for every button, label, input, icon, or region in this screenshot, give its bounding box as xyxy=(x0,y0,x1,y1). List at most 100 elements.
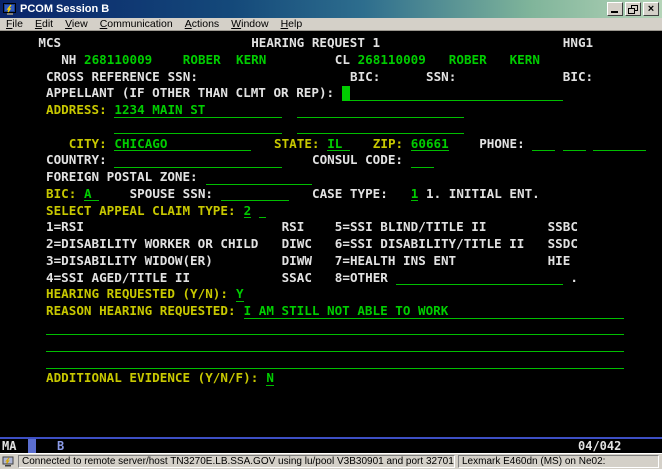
appellant-field[interactable] xyxy=(350,86,563,101)
claim-type-select-field-1[interactable]: 2 xyxy=(244,204,252,219)
appellant-label: APPELLANT (IF OTHER THAN CLMT OR REP): xyxy=(46,86,334,101)
cl-first-name: ROBER xyxy=(449,53,487,68)
cl-label: CL xyxy=(335,53,350,68)
claim-code-diwc: DIWC xyxy=(282,237,312,252)
reason-field-line4[interactable] xyxy=(46,354,624,369)
terminal-row-16: REASON HEARING REQUESTED:I AM STILL NOT … xyxy=(0,303,662,320)
country-label: COUNTRY: xyxy=(46,153,107,168)
spouse-ssn-label: SPOUSE SSN: xyxy=(130,187,213,202)
claim-code-ssac: SSAC xyxy=(282,271,312,286)
case-type-desc: 1. INITIAL ENT. xyxy=(426,187,540,202)
state-field[interactable]: IL xyxy=(327,137,350,152)
terminal-row-9: BIC:ASPOUSE SSN:CASE TYPE:11. INITIAL EN… xyxy=(0,186,662,203)
oia-status-row: MA B 04/042 xyxy=(0,439,662,453)
menu-item-view[interactable]: View xyxy=(59,18,94,30)
address-line1-field[interactable]: 1234 MAIN ST xyxy=(114,103,281,118)
phone-area-field[interactable] xyxy=(532,137,555,152)
screen-title: HEARING REQUEST 1 xyxy=(251,36,380,51)
menu-item-window[interactable]: Window xyxy=(225,18,274,30)
terminal-screen[interactable]: MCSHEARING REQUEST 1HNG1NH268110009ROBER… xyxy=(0,31,662,437)
restore-icon xyxy=(628,5,638,14)
case-type-field[interactable]: 1 xyxy=(411,187,419,202)
state-label: STATE: xyxy=(274,137,320,152)
xref-ssn-1-label: SSN: xyxy=(168,70,198,85)
hearing-requested-field[interactable]: Y xyxy=(236,287,244,302)
bic-field[interactable]: A xyxy=(84,187,99,202)
terminal-row-10: SELECT APPEAL CLAIM TYPE: 2 xyxy=(0,203,662,220)
other-period: . xyxy=(570,271,578,286)
app-icon xyxy=(3,2,17,16)
zip-label: ZIP: xyxy=(373,137,403,152)
nh-last-name: KERN xyxy=(236,53,266,68)
address-line4-field[interactable] xyxy=(297,120,464,135)
menu-item-communication[interactable]: Communication xyxy=(94,18,179,30)
restore-button[interactable] xyxy=(625,2,641,16)
foreign-postal-zone-field[interactable] xyxy=(206,170,312,185)
additional-evidence-field[interactable]: N xyxy=(266,371,274,386)
other-claim-field[interactable] xyxy=(396,271,563,286)
printer-status-text: Lexmark E460dn (MS) on Ne02: xyxy=(458,455,659,468)
text-cursor[interactable] xyxy=(342,86,350,101)
terminal-row-17 xyxy=(0,320,662,337)
terminal-row-11: 1=RSIRSI5=SSI BLIND/TITLE IISSBC xyxy=(0,219,662,236)
country-field[interactable] xyxy=(114,153,281,168)
hearing-requested-label: HEARING REQUESTED (Y/N): xyxy=(46,287,228,302)
menu-bar: FileEditViewCommunicationActionsWindowHe… xyxy=(0,18,662,31)
additional-evidence-label: ADDITIONAL EVIDENCE (Y/N/F): xyxy=(46,371,258,386)
claim-code-rsi: RSI xyxy=(282,220,305,235)
screen-system-label: MCS xyxy=(38,36,61,51)
terminal-row-5 xyxy=(0,119,662,136)
window-controls: × xyxy=(607,2,659,16)
phone-exchange-field[interactable] xyxy=(563,137,586,152)
select-appeal-claim-type-label: SELECT APPEAL CLAIM TYPE: xyxy=(46,204,236,219)
city-field[interactable]: CHICAGO xyxy=(114,137,251,152)
nh-ssn: 268110009 xyxy=(84,53,152,68)
terminal-row-2: CROSS REFERENCESSN:BIC:SSN:BIC: xyxy=(0,69,662,86)
claim-option-2: 2=DISABILITY WORKER OR CHILD xyxy=(46,237,258,252)
terminal-row-14: 4=SSI AGED/TITLE IISSAC8=OTHER. xyxy=(0,270,662,287)
claim-option-7: 7=HEALTH INS ENT xyxy=(335,254,456,269)
terminal-row-0: MCS HEARING REQUEST 1 HNG1 xyxy=(0,35,662,52)
claim-option-3: 3=DISABILITY WIDOW(ER) xyxy=(46,254,213,269)
reason-field-line2[interactable] xyxy=(46,321,624,336)
oia-connection-block-icon xyxy=(28,439,36,453)
terminal-row-8: FOREIGN POSTAL ZONE: xyxy=(0,169,662,186)
consul-code-field[interactable] xyxy=(411,153,434,168)
minimize-icon xyxy=(611,11,618,13)
terminal-row-6: CITY: CHICAGO STATE: IL ZIP: 60661 PHONE: xyxy=(0,136,662,153)
phone-number-field[interactable] xyxy=(593,137,646,152)
status-bar: Connected to remote server/host TN3270E.… xyxy=(0,453,662,469)
zip-field[interactable]: 60661 xyxy=(411,137,449,152)
address-line2-field[interactable] xyxy=(297,103,464,118)
menu-item-file[interactable]: File xyxy=(0,18,29,30)
nh-first-name: ROBER xyxy=(183,53,221,68)
city-label: CITY: xyxy=(69,137,107,152)
menu-item-actions[interactable]: Actions xyxy=(179,18,225,30)
xref-bic-1-label: BIC: xyxy=(350,70,380,85)
claim-option-4: 4=SSI AGED/TITLE II xyxy=(46,271,190,286)
cl-ssn: 268110009 xyxy=(358,53,426,68)
reason-field-line1[interactable]: I AM STILL NOT ABLE TO WORK xyxy=(244,304,624,319)
minimize-button[interactable] xyxy=(607,2,623,16)
claim-type-select-field-2[interactable] xyxy=(259,204,267,219)
terminal-row-20: ADDITIONAL EVIDENCE (Y/N/F): N xyxy=(0,370,662,387)
reason-field-line3[interactable] xyxy=(46,338,624,353)
phone-label: PHONE: xyxy=(479,137,525,152)
terminal-row-12: 2=DISABILITY WORKER OR CHILDDIWC6=SSI DI… xyxy=(0,236,662,253)
terminal-row-3: APPELLANT (IF OTHER THAN CLMT OR REP): xyxy=(0,85,662,102)
title-bar[interactable]: PCOM Session B × xyxy=(0,0,662,18)
screen-code: HNG1 xyxy=(563,36,593,51)
close-button[interactable]: × xyxy=(643,2,659,16)
window-title: PCOM Session B xyxy=(20,3,109,15)
address-line3-field[interactable] xyxy=(114,120,281,135)
spouse-ssn-field[interactable] xyxy=(221,187,289,202)
claim-option-1: 1=RSI xyxy=(46,220,84,235)
menu-item-edit[interactable]: Edit xyxy=(29,18,59,30)
xref-ssn-2-label: SSN: xyxy=(426,70,456,85)
connection-status-text: Connected to remote server/host TN3270E.… xyxy=(18,455,455,468)
connected-icon xyxy=(2,455,16,468)
xref-bic-2-label: BIC: xyxy=(563,70,593,85)
oia-system-indicator: MA xyxy=(2,439,16,453)
oia-session-name: B xyxy=(57,439,64,453)
menu-item-help[interactable]: Help xyxy=(275,18,309,30)
